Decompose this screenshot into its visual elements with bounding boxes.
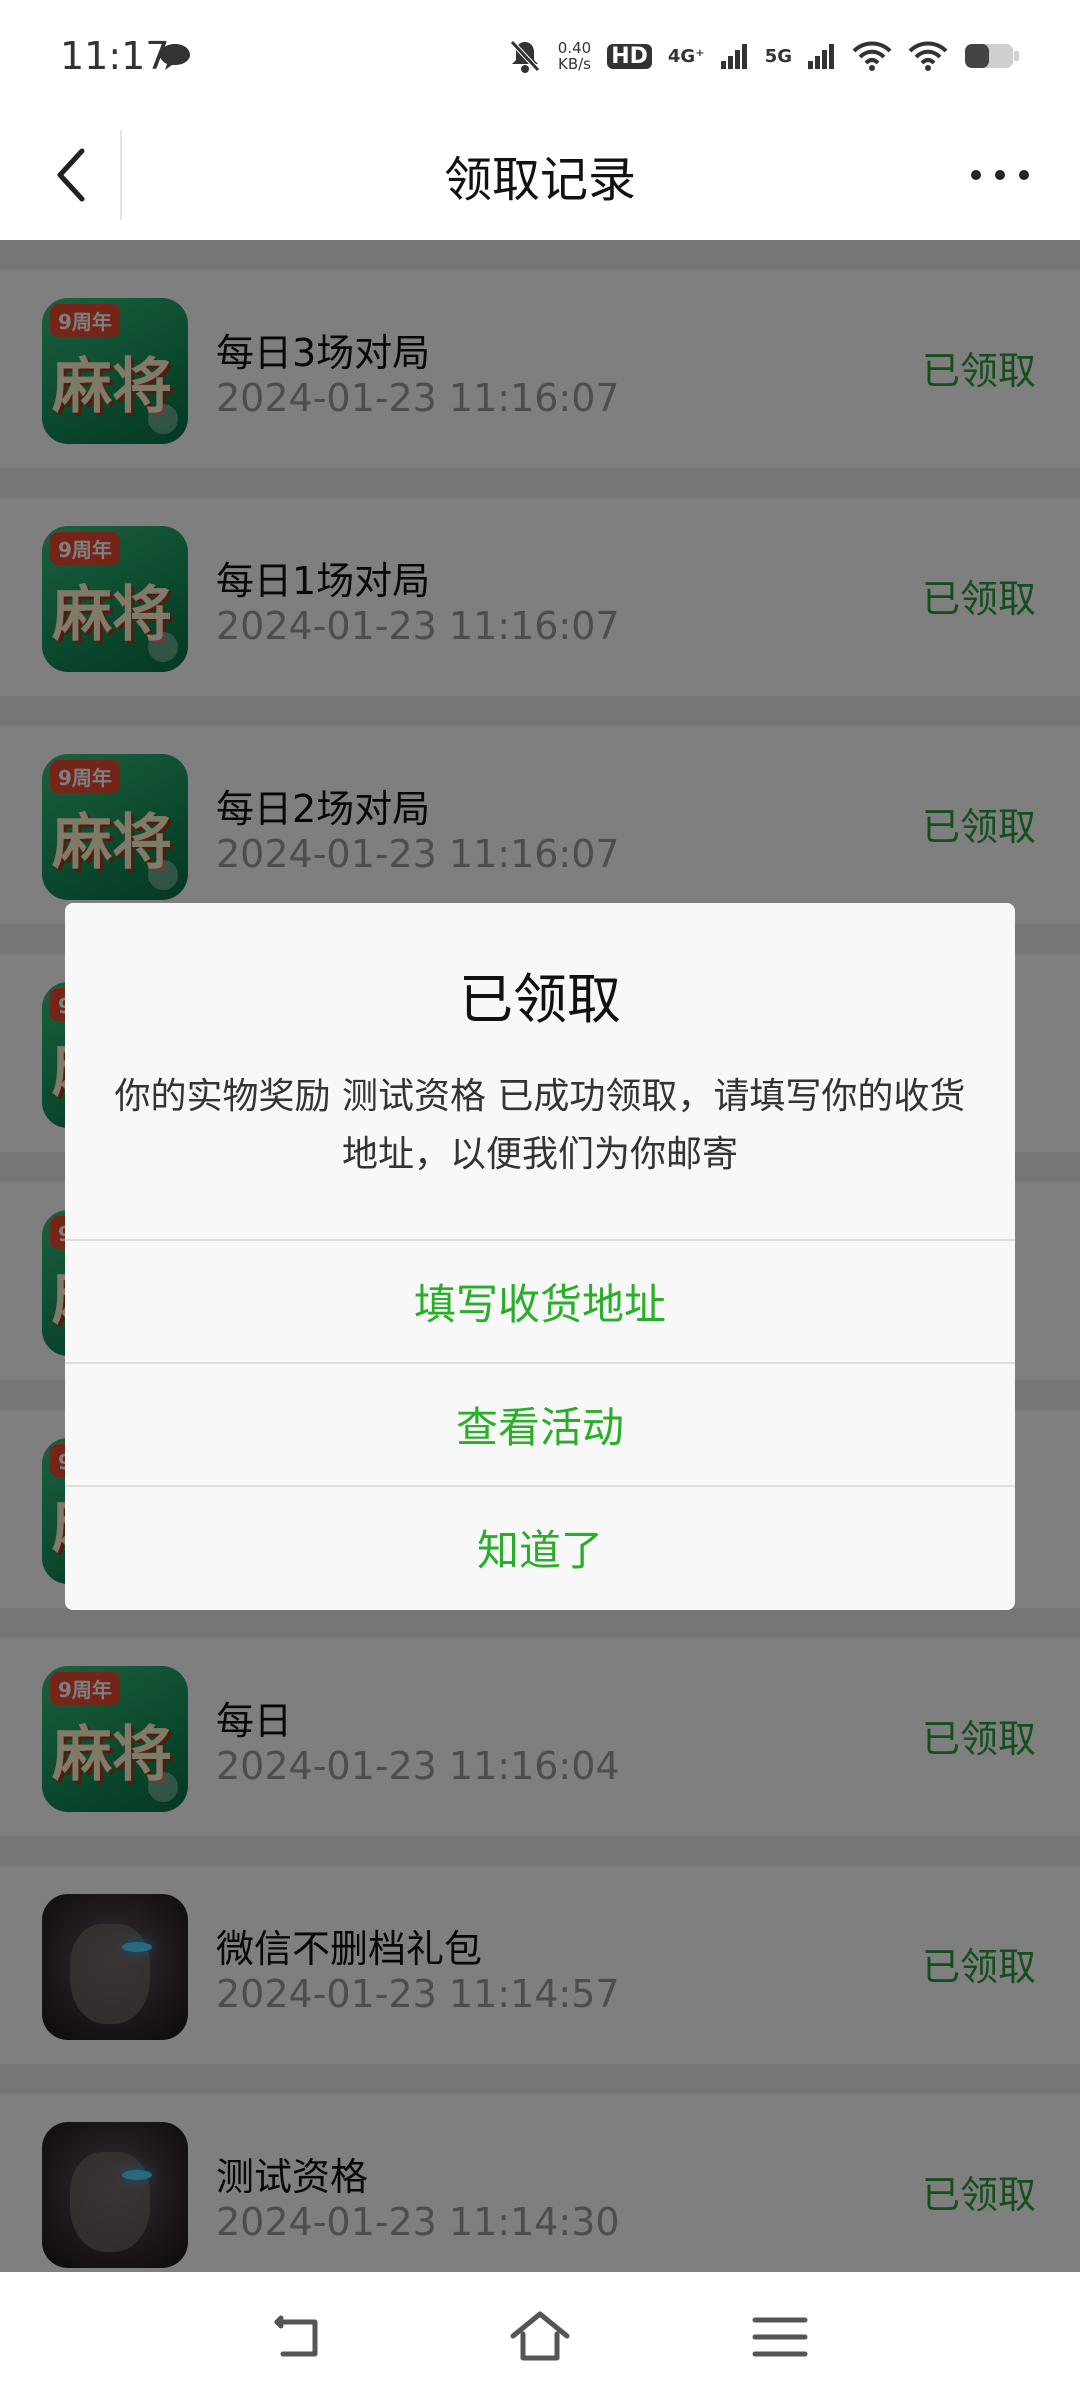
signal-icon xyxy=(720,44,747,69)
message-icon xyxy=(160,44,190,70)
nav-home-icon[interactable] xyxy=(505,2302,575,2372)
mute-icon xyxy=(509,40,540,73)
nav-menu-icon[interactable] xyxy=(745,2302,815,2372)
view-activity-button[interactable]: 查看活动 xyxy=(65,1362,1015,1485)
page-header: 领取记录 xyxy=(0,110,1080,240)
wifi-icon xyxy=(908,41,948,71)
sim2-network: 5G xyxy=(764,45,792,67)
status-icons: 0.40 KB/s HD 4G⁺ 5G xyxy=(508,34,1020,78)
wifi-icon xyxy=(852,41,892,71)
fill-address-button[interactable]: 填写收货地址 xyxy=(65,1239,1015,1362)
system-nav-bar xyxy=(0,2272,1080,2400)
more-icon[interactable] xyxy=(960,135,1040,215)
page-title: 领取记录 xyxy=(443,152,636,208)
signal-icon xyxy=(808,44,834,69)
claimed-dialog: 已领取 你的实物奖励 测试资格 已成功领取，请填写你的收货地址，以便我们为你邮寄… xyxy=(65,903,1015,1610)
dialog-title: 已领取 xyxy=(459,968,621,1031)
net-speed: 0.40 KB/s xyxy=(557,39,592,73)
sim1-network: 4G⁺ xyxy=(667,45,705,67)
got-it-button[interactable]: 知道了 xyxy=(65,1485,1015,1608)
status-time: 11:17 xyxy=(60,34,170,78)
dialog-message: 你的实物奖励 测试资格 已成功领取，请填写你的收货地址，以便我们为你邮寄 xyxy=(114,1076,966,1175)
nav-back-icon[interactable] xyxy=(265,2302,335,2372)
hd-badge: HD xyxy=(607,43,652,69)
battery-icon xyxy=(965,44,1019,68)
status-bar: 11:17 0.40 KB/s HD 4G⁺ 5G xyxy=(0,0,1080,110)
